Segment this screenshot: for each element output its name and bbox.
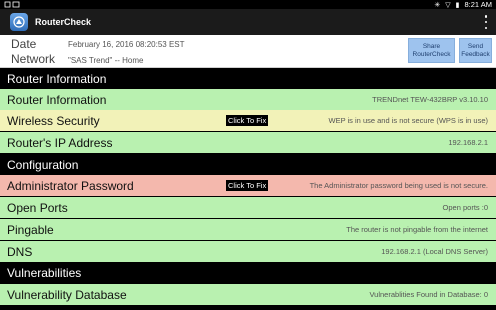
row-label: Open Ports — [7, 200, 68, 215]
section-title: Router Information — [7, 71, 107, 86]
app-bar: RouterCheck — [0, 9, 496, 35]
info-panel: Date February 16, 2016 08:20:53 EST Netw… — [0, 35, 496, 68]
click-to-fix-button[interactable]: Click To Fix — [226, 115, 269, 126]
admin-password-row[interactable]: Administrator Password Click To Fix The … — [0, 175, 496, 196]
send-feedback-button[interactable]: Send Feedback — [459, 38, 492, 63]
section-header-vulnerabilities: Vulnerabilities — [0, 262, 496, 283]
dns-row[interactable]: DNS 192.168.2.1 (Local DNS Server) — [0, 241, 496, 262]
clock: 8:21 AM — [464, 0, 492, 9]
date-value: February 16, 2016 08:20:53 EST — [68, 40, 185, 49]
section-header-router-information: Router Information — [0, 68, 496, 89]
row-value: TRENDnet TEW-432BRP v3.10.10 — [372, 95, 488, 104]
status-bar: ✳ ▽ ▮ 8:21 AM — [0, 0, 496, 9]
battery-icon: ▮ — [455, 1, 460, 9]
vulnerability-database-row[interactable]: Vulnerability Database Vulnerablities Fo… — [0, 284, 496, 305]
row-value: WEP is in use and is not secure (WPS is … — [328, 116, 488, 125]
section-header-configuration: Configuration — [0, 154, 496, 175]
click-to-fix-button[interactable]: Click To Fix — [226, 180, 269, 191]
date-label: Date — [11, 37, 37, 51]
row-value: The Administrator password being used is… — [309, 181, 488, 190]
app-title: RouterCheck — [35, 17, 92, 27]
row-label: Wireless Security — [7, 113, 100, 128]
section-title: Vulnerabilities — [7, 265, 82, 280]
bluetooth-icon: ✳ — [434, 1, 441, 9]
open-ports-row[interactable]: Open Ports Open ports :0 — [0, 197, 496, 218]
row-label: Router's IP Address — [7, 135, 113, 150]
network-value: "SAS Trend" -- Home — [68, 56, 144, 65]
pingable-row[interactable]: Pingable The router is not pingable from… — [0, 219, 496, 240]
row-value: 192.168.2.1 (Local DNS Server) — [381, 247, 488, 256]
system-tray: ✳ ▽ ▮ 8:21 AM — [434, 0, 492, 9]
row-value: Vulnerablities Found in Database: 0 — [369, 290, 488, 299]
section-title: Configuration — [7, 157, 79, 172]
overflow-menu-icon[interactable] — [484, 15, 488, 29]
row-label: Router Information — [7, 92, 107, 107]
row-label: DNS — [7, 244, 33, 259]
router-information-row[interactable]: Router Information TRENDnet TEW-432BRP v… — [0, 89, 496, 110]
row-value: The router is not pingable from the inte… — [346, 225, 488, 234]
row-label: Administrator Password — [7, 178, 134, 193]
row-label: Pingable — [7, 222, 54, 237]
row-label: Vulnerability Database — [7, 287, 127, 302]
wireless-security-row[interactable]: Wireless Security Click To Fix WEP is in… — [0, 110, 496, 131]
status-icons-left — [4, 1, 20, 8]
router-ip-row[interactable]: Router's IP Address 192.168.2.1 — [0, 132, 496, 153]
row-value: 192.168.2.1 — [448, 138, 488, 147]
router-icon — [10, 13, 28, 31]
wifi-icon: ▽ — [445, 1, 451, 9]
row-value: Open ports :0 — [442, 203, 488, 212]
network-label: Network — [11, 52, 56, 66]
share-routercheck-button[interactable]: Share RouterCheck — [408, 38, 455, 63]
